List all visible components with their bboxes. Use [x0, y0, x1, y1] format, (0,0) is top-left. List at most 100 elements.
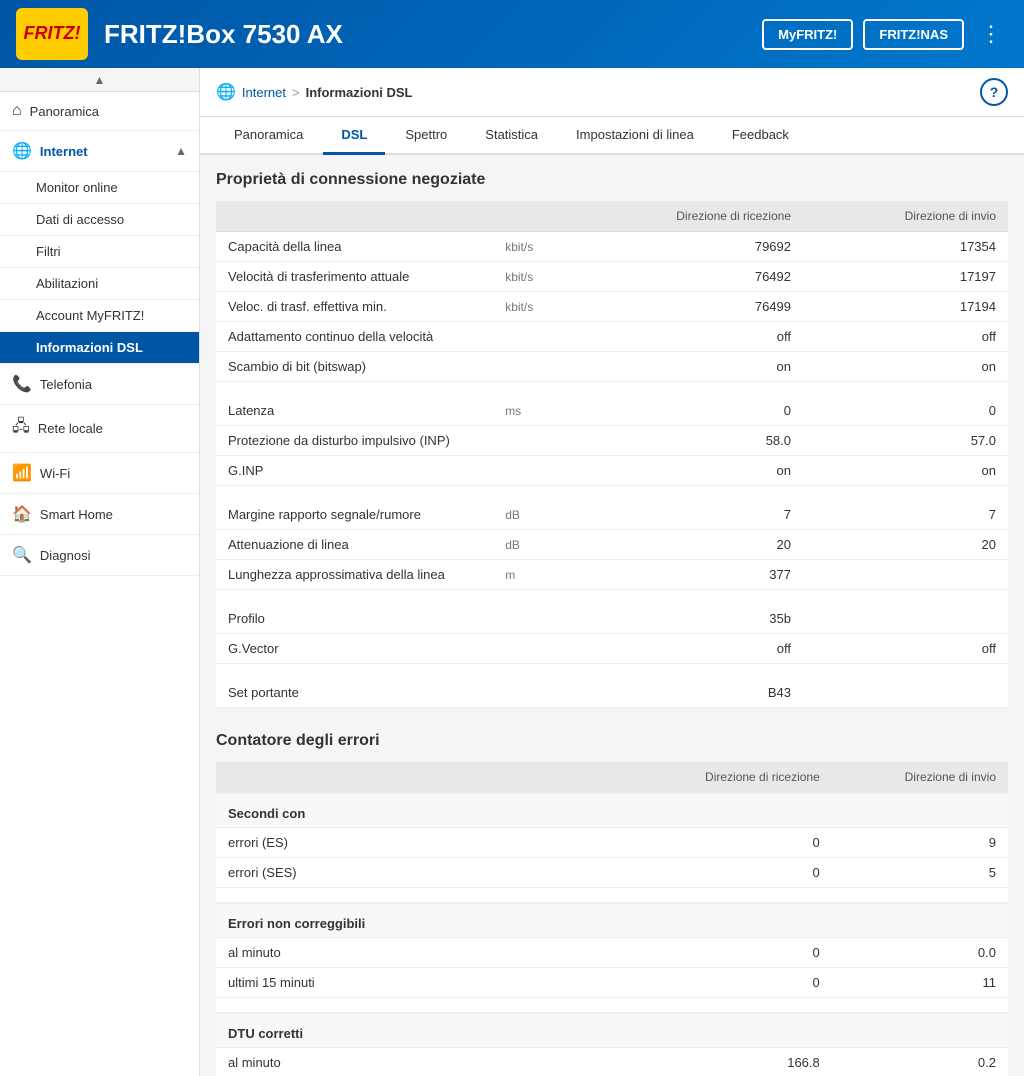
layout: ▲ ⌂ Panoramica 🌐 Internet ▲ Monitor onli… [0, 68, 1024, 1076]
row-val2: 9 [832, 828, 1008, 858]
table-row: Scambio di bit (bitswap) on on [216, 352, 1008, 382]
table-row: Capacità della linea kbit/s 79692 17354 [216, 232, 1008, 262]
row-val1: on [557, 352, 803, 382]
table-row: G.INP on on [216, 456, 1008, 486]
row-label: Profilo [216, 604, 493, 634]
breadcrumb-internet-link[interactable]: Internet [242, 85, 286, 100]
sidebar-label-internet: Internet [40, 144, 167, 159]
sidebar-item-abilitazioni[interactable]: Abilitazioni [0, 268, 199, 300]
table-row: Attenuazione di linea dB 20 20 [216, 530, 1008, 560]
sidebar-item-monitor-online[interactable]: Monitor online [0, 172, 199, 204]
tab-panoramica[interactable]: Panoramica [216, 117, 321, 155]
row-label: Scambio di bit (bitswap) [216, 352, 493, 382]
tab-statistica[interactable]: Statistica [467, 117, 556, 155]
row-val1: 0 [620, 938, 832, 968]
row-val1: 35b [557, 604, 803, 634]
col-ricezione-header: Direzione di ricezione [557, 201, 803, 232]
section-header-label: Errori non correggibili [216, 903, 1008, 938]
diagnosi-icon: 🔍 [12, 545, 32, 565]
row-label: Veloc. di trasf. effettiva min. [216, 292, 493, 322]
sidebar-item-internet[interactable]: 🌐 Internet ▲ [0, 131, 199, 172]
table-row: ultimi 15 minuti 0 11 [216, 968, 1008, 998]
row-val2 [803, 678, 1008, 708]
app-title: FRITZ!Box 7530 AX [104, 19, 762, 50]
tab-spettro[interactable]: Spettro [387, 117, 465, 155]
table-row: G.Vector off off [216, 634, 1008, 664]
wifi-icon: 📶 [12, 463, 32, 483]
row-val2: on [803, 456, 1008, 486]
row-val2: 57.0 [803, 426, 1008, 456]
row-unit [557, 968, 620, 998]
row-val1: 0 [620, 858, 832, 888]
row-label: Lunghezza approssimativa della linea [216, 560, 493, 590]
fritznas-button[interactable]: FRITZ!NAS [863, 19, 964, 50]
sidebar-item-smart-home[interactable]: 🏠 Smart Home [0, 494, 199, 535]
col-label-header [216, 201, 493, 232]
sidebar-item-wifi[interactable]: 📶 Wi-Fi [0, 453, 199, 494]
row-unit: ms [493, 396, 556, 426]
tab-feedback[interactable]: Feedback [714, 117, 807, 155]
main-content: 🌐 Internet > Informazioni DSL ? Panorami… [200, 68, 1024, 1076]
row-val1: 0 [620, 968, 832, 998]
fritz-logo: FRITZ! [16, 8, 88, 60]
row-val1: off [557, 322, 803, 352]
row-val2: 17354 [803, 232, 1008, 262]
globe-icon: 🌐 [12, 141, 32, 161]
myfritz-button[interactable]: MyFRITZ! [762, 19, 853, 50]
table-row: Protezione da disturbo impulsivo (INP) 5… [216, 426, 1008, 456]
row-unit: kbit/s [493, 262, 556, 292]
row-val2: 17197 [803, 262, 1008, 292]
row-val2: 0.2 [832, 1048, 1008, 1076]
sidebar-item-diagnosi[interactable]: 🔍 Diagnosi [0, 535, 199, 576]
row-unit: m [493, 560, 556, 590]
row-unit [557, 1048, 620, 1076]
row-val2: 11 [832, 968, 1008, 998]
page-content: Proprietà di connessione negoziate Direz… [200, 155, 1024, 1076]
help-button[interactable]: ? [980, 78, 1008, 106]
sidebar-label-panoramica: Panoramica [30, 104, 187, 119]
row-val2: off [803, 634, 1008, 664]
section1-table: Direzione di ricezione Direzione di invi… [216, 201, 1008, 708]
row-unit [557, 858, 620, 888]
sidebar-item-rete-locale[interactable]: 🖧 Rete locale [0, 405, 199, 453]
table-row: errori (SES) 0 5 [216, 858, 1008, 888]
sidebar-item-filtri[interactable]: Filtri [0, 236, 199, 268]
sidebar-item-account-myfritz[interactable]: Account MyFRITZ! [0, 300, 199, 332]
section-header-label: Secondi con [216, 793, 1008, 828]
chevron-up-icon: ▲ [175, 144, 187, 158]
smarthome-icon: 🏠 [12, 504, 32, 524]
row-unit [493, 352, 556, 382]
row-val1: 0 [557, 396, 803, 426]
sidebar-item-dati-accesso[interactable]: Dati di accesso [0, 204, 199, 236]
sidebar-scroll-up[interactable]: ▲ [0, 68, 199, 92]
row-val2: 7 [803, 500, 1008, 530]
tab-dsl[interactable]: DSL [323, 117, 385, 155]
sidebar-label-wifi: Wi-Fi [40, 466, 187, 481]
row-val2: off [803, 322, 1008, 352]
sidebar-item-telefonia[interactable]: 📞 Telefonia [0, 364, 199, 405]
menu-dots-icon[interactable]: ⋮ [974, 17, 1008, 51]
row-val1: 0 [620, 828, 832, 858]
row-unit [557, 828, 620, 858]
row-val1: off [557, 634, 803, 664]
sidebar-item-informazioni-dsl[interactable]: Informazioni DSL [0, 332, 199, 364]
table-row: Profilo 35b [216, 604, 1008, 634]
section1-title: Proprietà di connessione negoziate [216, 171, 1008, 189]
sidebar-label-smart-home: Smart Home [40, 507, 187, 522]
logo-text: FRITZ! [24, 24, 81, 44]
tab-impostazioni-linea[interactable]: Impostazioni di linea [558, 117, 712, 155]
table-row: al minuto 166.8 0.2 [216, 1048, 1008, 1076]
table-row: Velocità di trasferimento attuale kbit/s… [216, 262, 1008, 292]
row-unit [493, 426, 556, 456]
phone-icon: 📞 [12, 374, 32, 394]
tabs-bar: Panoramica DSL Spettro Statistica Impost… [200, 117, 1024, 155]
network-icon: 🖧 [12, 415, 30, 442]
sidebar-item-panoramica[interactable]: ⌂ Panoramica [0, 92, 199, 131]
row-val1: B43 [557, 678, 803, 708]
col2-label-header [216, 762, 557, 793]
col2-invio-header: Direzione di invio [832, 762, 1008, 793]
breadcrumb-separator: > [292, 85, 300, 100]
row-val1: 20 [557, 530, 803, 560]
row-val1: 58.0 [557, 426, 803, 456]
table-section-header: Errori non correggibili [216, 903, 1008, 938]
